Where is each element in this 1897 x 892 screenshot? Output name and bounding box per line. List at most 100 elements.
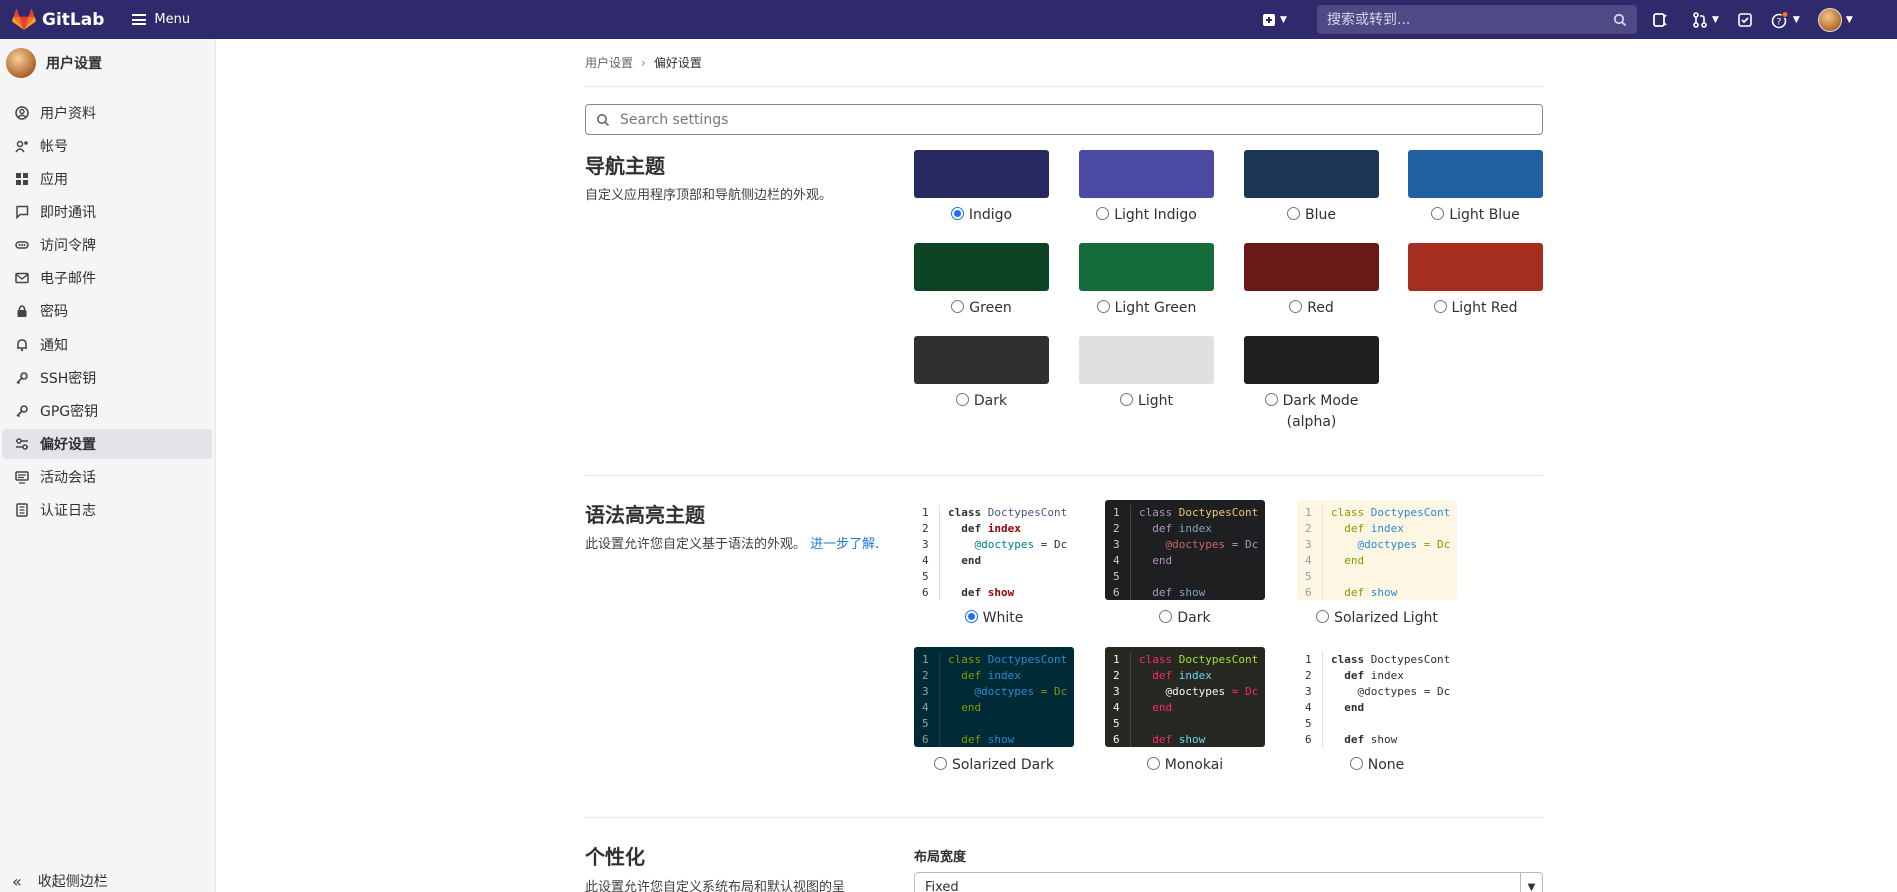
theme-label[interactable]: Blue	[1244, 205, 1379, 226]
nav-theme-option[interactable]: Light Indigo	[1079, 150, 1214, 226]
syntax-theme-option[interactable]: 1 2 3 4 5 6 class DoctypesCont def index @doct…	[914, 500, 1074, 626]
theme-swatch[interactable]	[1244, 150, 1379, 198]
syntax-theme-label[interactable]: None	[1297, 757, 1457, 773]
theme-label[interactable]: Light Blue	[1408, 205, 1543, 226]
theme-radio[interactable]	[1433, 300, 1447, 313]
syntax-theme-radio[interactable]	[1316, 610, 1330, 623]
code-preview[interactable]: 1 2 3 4 5 6 class DoctypesCont def index @doct…	[1105, 500, 1265, 600]
sidebar-item[interactable]: 用户资料	[2, 98, 212, 128]
nav-theme-option[interactable]: Dark	[914, 336, 1049, 412]
nav-theme-option[interactable]: Indigo	[914, 150, 1049, 226]
theme-label[interactable]: Light Green	[1079, 298, 1214, 319]
theme-label[interactable]: Dark	[914, 391, 1049, 412]
sidebar-item[interactable]: SSH密钥	[2, 363, 212, 393]
user-menu-button[interactable]: ▼	[1817, 7, 1853, 32]
gitlab-logo[interactable]: GitLab	[12, 8, 104, 31]
syntax-theme-option[interactable]: 1 2 3 4 5 6 class DoctypesCont def index @doct…	[1105, 500, 1265, 626]
theme-radio[interactable]	[1287, 207, 1300, 220]
nav-theme-option[interactable]: Light Red	[1408, 243, 1543, 319]
syntax-theme-radio[interactable]	[1349, 757, 1363, 770]
nav-theme-option[interactable]: Light Green	[1079, 243, 1214, 319]
theme-radio[interactable]	[951, 300, 965, 313]
theme-radio[interactable]	[1264, 393, 1278, 406]
nav-theme-option[interactable]: Light Blue	[1408, 150, 1543, 226]
sidebar-item[interactable]: 即时通讯	[2, 197, 212, 227]
syntax-theme-label[interactable]: White	[914, 610, 1074, 626]
theme-swatch[interactable]	[1244, 243, 1379, 291]
global-search[interactable]	[1317, 5, 1637, 34]
code-preview[interactable]: 1 2 3 4 5 6 class DoctypesCont def index @doct…	[1105, 647, 1265, 747]
syntax-theme-option[interactable]: 1 2 3 4 5 6 class DoctypesCont def index @doct…	[1105, 647, 1265, 773]
syntax-theme-radio[interactable]	[1159, 610, 1173, 623]
nav-theme-option[interactable]: Dark Mode (alpha)	[1244, 336, 1379, 433]
theme-radio[interactable]	[1096, 300, 1110, 313]
sidebar-header[interactable]: 用户设置	[0, 39, 215, 87]
theme-swatch[interactable]	[914, 336, 1049, 384]
todos-button[interactable]	[1737, 12, 1753, 28]
layout-width-select[interactable]: Fixed ▼	[914, 872, 1543, 892]
theme-swatch[interactable]	[1079, 243, 1214, 291]
syntax-theme-radio[interactable]	[933, 757, 947, 770]
learn-more-link[interactable]: 进一步了解	[810, 537, 875, 552]
settings-search[interactable]	[585, 104, 1543, 135]
nav-theme-option[interactable]: Light	[1079, 336, 1214, 412]
theme-swatch[interactable]	[914, 243, 1049, 291]
sidebar-item[interactable]: 通知	[2, 330, 212, 360]
nav-theme-option[interactable]: Blue	[1244, 150, 1379, 226]
syntax-theme-label[interactable]: Dark	[1105, 610, 1265, 626]
sidebar-item[interactable]: 访问令牌	[2, 230, 212, 260]
syntax-theme-radio[interactable]	[1146, 757, 1160, 770]
theme-swatch[interactable]	[1079, 336, 1214, 384]
syntax-theme-label[interactable]: Solarized Dark	[914, 757, 1074, 773]
theme-label[interactable]: Light Indigo	[1079, 205, 1214, 226]
sidebar-item[interactable]: 应用	[2, 164, 212, 194]
sidebar-item[interactable]: 电子邮件	[2, 263, 212, 293]
sidebar-item[interactable]: 帐号	[2, 131, 212, 161]
breadcrumb-parent[interactable]: 用户设置	[585, 54, 633, 71]
theme-label[interactable]: Green	[914, 298, 1049, 319]
new-item-button[interactable]: ▼	[1262, 13, 1287, 27]
syntax-theme-option[interactable]: 1 2 3 4 5 6 class DoctypesCont def index @doct…	[1297, 647, 1457, 773]
chevron-down-icon: ▼	[1280, 14, 1287, 25]
help-button[interactable]: ? ▼	[1771, 10, 1800, 29]
theme-swatch[interactable]	[914, 150, 1049, 198]
theme-radio[interactable]	[1120, 393, 1134, 406]
code-preview[interactable]: 1 2 3 4 5 6 class DoctypesCont def index @doct…	[914, 500, 1074, 600]
nav-theme-title: 导航主题	[585, 154, 665, 178]
sidebar-item[interactable]: 密码	[2, 296, 212, 326]
nav-theme-option[interactable]: Red	[1244, 243, 1379, 319]
collapse-sidebar-button[interactable]: « 收起侧边栏	[12, 871, 108, 891]
sidebar-item[interactable]: 认证日志	[2, 495, 212, 525]
theme-swatch[interactable]	[1079, 150, 1214, 198]
nav-theme-option[interactable]: Green	[914, 243, 1049, 319]
theme-radio[interactable]	[950, 207, 964, 220]
theme-swatch[interactable]	[1244, 336, 1379, 384]
sidebar-item[interactable]: 偏好设置	[2, 429, 212, 459]
settings-search-input[interactable]	[620, 111, 1542, 128]
theme-swatch[interactable]	[1408, 150, 1543, 198]
syntax-theme-label[interactable]: Monokai	[1105, 757, 1265, 773]
code-preview[interactable]: 1 2 3 4 5 6 class DoctypesCont def index @doct…	[1297, 647, 1457, 747]
sidebar-item[interactable]: GPG密钥	[2, 396, 212, 426]
theme-label[interactable]: Indigo	[914, 205, 1049, 226]
theme-label[interactable]: Dark Mode (alpha)	[1244, 391, 1379, 433]
theme-label[interactable]: Red	[1244, 298, 1379, 319]
sidebar-item[interactable]: 活动会话	[2, 462, 212, 492]
syntax-theme-label[interactable]: Solarized Light	[1297, 610, 1457, 626]
syntax-theme-radio[interactable]	[964, 610, 978, 623]
theme-radio[interactable]	[955, 393, 969, 406]
theme-radio[interactable]	[1096, 207, 1110, 220]
theme-swatch[interactable]	[1408, 243, 1543, 291]
theme-label[interactable]: Light	[1079, 391, 1214, 412]
menu-button[interactable]: Menu	[132, 12, 190, 27]
code-preview[interactable]: 1 2 3 4 5 6 class DoctypesCont def index @doct…	[1297, 500, 1457, 600]
merge-requests-button[interactable]: ▼	[1692, 11, 1719, 28]
issues-button[interactable]	[1652, 12, 1674, 28]
theme-radio[interactable]	[1289, 300, 1303, 313]
code-preview[interactable]: 1 2 3 4 5 6 class DoctypesCont def index @doct…	[914, 647, 1074, 747]
theme-label[interactable]: Light Red	[1408, 298, 1543, 319]
theme-radio[interactable]	[1431, 207, 1445, 220]
syntax-theme-option[interactable]: 1 2 3 4 5 6 class DoctypesCont def index @doct…	[914, 647, 1074, 773]
global-search-input[interactable]	[1327, 11, 1613, 28]
syntax-theme-option[interactable]: 1 2 3 4 5 6 class DoctypesCont def index @doct…	[1297, 500, 1457, 626]
